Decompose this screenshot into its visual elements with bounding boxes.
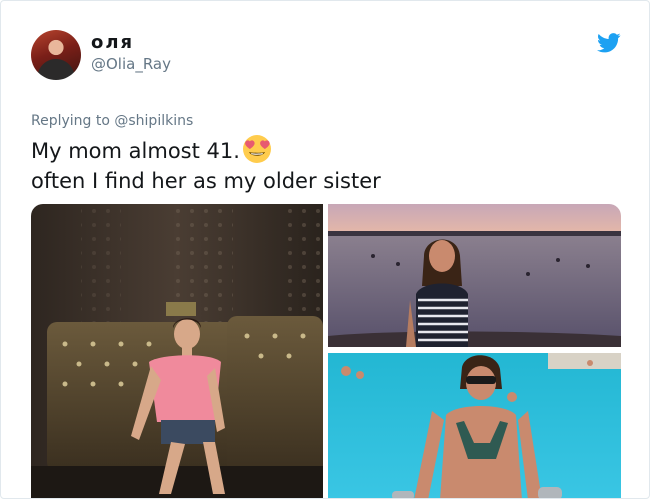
photo-lounge-image xyxy=(31,204,323,498)
photo-beach-sunset-image xyxy=(328,204,621,347)
photo-beach-sunset[interactable] xyxy=(328,204,621,347)
replying-to[interactable]: Replying to @shipilkins xyxy=(31,113,193,129)
display-name[interactable]: оля xyxy=(91,32,134,53)
photo-pool-image xyxy=(328,353,621,498)
tweet-card[interactable]: оля @Olia_Ray Replying to @shipilkins My… xyxy=(0,0,650,499)
tweet-text: My mom almost 41. often I find her as my… xyxy=(31,134,621,196)
tweet-text-line-1-content: My mom almost 41. xyxy=(31,139,240,163)
user-handle[interactable]: @Olia_Ray xyxy=(91,55,171,73)
avatar[interactable] xyxy=(31,30,81,80)
heart-eyes-emoji-icon xyxy=(242,134,272,164)
photo-pool[interactable] xyxy=(328,353,621,498)
media-grid xyxy=(31,204,621,498)
tweet-text-line-1: My mom almost 41. xyxy=(31,134,621,166)
photo-lounge[interactable] xyxy=(31,204,323,498)
twitter-bird-icon[interactable] xyxy=(597,33,621,53)
tweet-text-line-2: often I find her as my older sister xyxy=(31,169,381,193)
